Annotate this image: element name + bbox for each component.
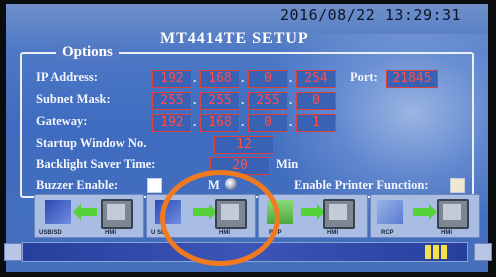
buzzer-enable-label: Buzzer Enable: bbox=[36, 178, 119, 192]
subnet-dot: . bbox=[193, 92, 197, 107]
subnet-dot: . bbox=[241, 92, 245, 107]
subnet-octet-3[interactable]: 255 bbox=[248, 92, 288, 110]
startup-window-field[interactable]: 12 bbox=[214, 136, 274, 154]
ip-octet-1[interactable]: 192 bbox=[152, 70, 192, 88]
ip-dot: . bbox=[241, 70, 245, 85]
ip-dot: . bbox=[193, 70, 197, 85]
subnet-dot: . bbox=[289, 92, 293, 107]
mode-source-label: RCP bbox=[381, 230, 394, 236]
hmi-icon bbox=[323, 199, 355, 229]
hmi-icon bbox=[101, 199, 133, 229]
port-label: Port: bbox=[350, 70, 378, 84]
subnet-mask-label: Subnet Mask: bbox=[36, 92, 111, 106]
gateway-dot: . bbox=[289, 114, 293, 129]
datetime-display: 2016/08/22 13:29:31 bbox=[280, 6, 462, 24]
scroll-marker bbox=[433, 245, 439, 259]
gateway-octet-1[interactable]: 192 bbox=[152, 114, 192, 132]
gateway-octet-4[interactable]: 1 bbox=[296, 114, 336, 132]
ip-octet-3[interactable]: 0 bbox=[248, 70, 288, 88]
backlight-unit: Min bbox=[276, 157, 299, 171]
mode-target-label: HMI bbox=[105, 230, 116, 236]
gateway-label: Gateway: bbox=[36, 114, 88, 128]
mode-button-usb-to-hmi[interactable]: USB/SD HMI bbox=[34, 194, 144, 238]
gateway-octet-3[interactable]: 0 bbox=[248, 114, 288, 132]
ip-octet-4[interactable]: 254 bbox=[296, 70, 336, 88]
arrow-right-icon bbox=[301, 204, 325, 220]
mode-source-label: USB/SD bbox=[39, 230, 62, 236]
upload-icon bbox=[377, 200, 403, 224]
subnet-octet-4[interactable]: 0 bbox=[296, 92, 336, 110]
hmi-icon bbox=[437, 199, 469, 229]
backlight-saver-label: Backlight Saver Time: bbox=[36, 157, 156, 171]
ip-octet-2[interactable]: 168 bbox=[200, 70, 240, 88]
gateway-dot: . bbox=[241, 114, 245, 129]
startup-window-label: Startup Window No. bbox=[36, 136, 147, 150]
gateway-dot: . bbox=[193, 114, 197, 129]
options-legend: Options bbox=[56, 44, 119, 61]
arrow-left-icon bbox=[73, 204, 97, 220]
printer-function-checkbox[interactable] bbox=[450, 178, 465, 193]
port-field[interactable]: 21845 bbox=[386, 70, 438, 88]
mode-target-label: HMI bbox=[327, 230, 338, 236]
gateway-octet-2[interactable]: 168 bbox=[200, 114, 240, 132]
page-title: MT4414TE SETUP bbox=[160, 30, 309, 47]
subnet-octet-1[interactable]: 255 bbox=[152, 92, 192, 110]
scroll-marker bbox=[425, 245, 431, 259]
printer-function-label: Enable Printer Function: bbox=[294, 178, 429, 192]
mode-target-label: HMI bbox=[441, 230, 452, 236]
subnet-octet-2[interactable]: 255 bbox=[200, 92, 240, 110]
scroll-left-button[interactable] bbox=[4, 243, 22, 261]
mode-button-rcp-upload[interactable]: RCP HMI bbox=[370, 194, 480, 238]
arrow-right-icon bbox=[413, 204, 437, 220]
highlight-annotation-circle bbox=[160, 170, 280, 266]
scroll-marker bbox=[441, 245, 447, 259]
buzzer-enable-checkbox[interactable] bbox=[147, 178, 162, 193]
scroll-right-button[interactable] bbox=[474, 243, 492, 261]
usb-sd-icon bbox=[45, 200, 71, 224]
ip-dot: . bbox=[289, 70, 293, 85]
ip-address-label: IP Address: bbox=[36, 70, 98, 84]
